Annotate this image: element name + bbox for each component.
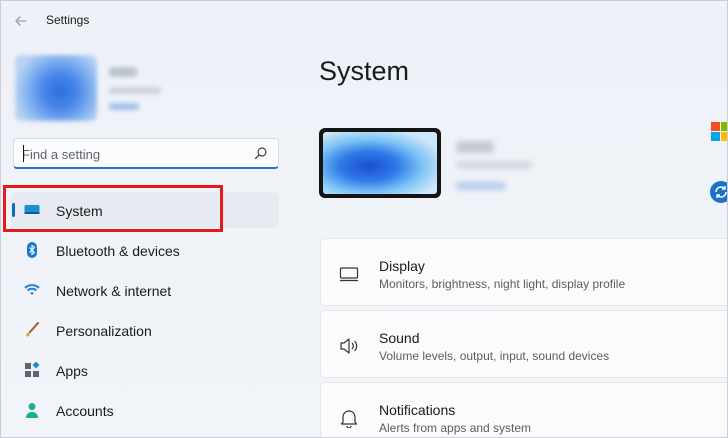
sidebar-item-label: Apps: [56, 363, 88, 379]
card-subtitle: Alerts from apps and system: [379, 421, 532, 435]
sidebar-item-accounts[interactable]: Accounts: [11, 392, 279, 428]
card-title: Sound: [379, 330, 420, 346]
display-settings-card[interactable]: Display Monitors, brightness, night ligh…: [320, 238, 727, 306]
sidebar-item-label: Accounts: [56, 403, 114, 419]
back-button[interactable]: [11, 11, 31, 31]
sidebar-item-personalization[interactable]: Personalization: [11, 312, 279, 348]
microsoft-logo-icon[interactable]: [711, 122, 727, 142]
profile-email-blurred: [109, 87, 161, 94]
device-wallpaper-thumbnail: [319, 128, 441, 198]
search-icon[interactable]: [254, 146, 268, 160]
highlight-annotation: [3, 185, 223, 232]
page-title: System: [319, 56, 410, 86]
settings-window: Settings System Bluetooth & devices Netw…: [0, 0, 728, 438]
arrow-left-icon: [15, 16, 27, 26]
card-subtitle: Volume levels, output, input, sound devi…: [379, 349, 610, 363]
device-model-blurred: [456, 161, 532, 169]
device-name-blurred: [456, 141, 494, 153]
sidebar-item-label: Network & internet: [56, 283, 172, 299]
profile-name-blurred: [109, 67, 137, 77]
profile-link-blurred[interactable]: [109, 103, 139, 110]
wallpaper-preview: [323, 132, 437, 194]
rename-link-blurred[interactable]: [456, 182, 506, 190]
sidebar-item-apps[interactable]: Apps: [11, 352, 279, 388]
windows-update-icon[interactable]: [710, 181, 727, 203]
person-icon: [26, 403, 38, 418]
search-box[interactable]: [13, 138, 279, 169]
display-icon: [339, 267, 359, 282]
card-title: Notifications: [379, 402, 456, 418]
apps-icon: [25, 362, 40, 377]
card-title: Display: [379, 258, 425, 274]
card-subtitle: Monitors, brightness, night light, displ…: [379, 277, 626, 291]
text-caret: [23, 145, 24, 162]
bluetooth-icon: [27, 242, 37, 258]
app-title: Settings: [46, 13, 90, 27]
search-input[interactable]: [22, 145, 242, 163]
title-bar: Settings: [1, 1, 727, 41]
sidebar-item-bluetooth[interactable]: Bluetooth & devices: [11, 232, 279, 268]
sidebar-item-label: Personalization: [56, 323, 152, 339]
sidebar-item-network[interactable]: Network & internet: [11, 272, 279, 308]
avatar[interactable]: [15, 55, 97, 121]
notifications-settings-card[interactable]: Notifications Alerts from apps and syste…: [320, 382, 727, 437]
brush-icon: [26, 322, 40, 337]
sound-settings-card[interactable]: Sound Volume levels, output, input, soun…: [320, 310, 727, 378]
sidebar-item-label: Bluetooth & devices: [56, 243, 180, 259]
wifi-icon: [24, 284, 40, 295]
bell-icon: [340, 410, 358, 428]
speaker-icon: [340, 338, 358, 354]
